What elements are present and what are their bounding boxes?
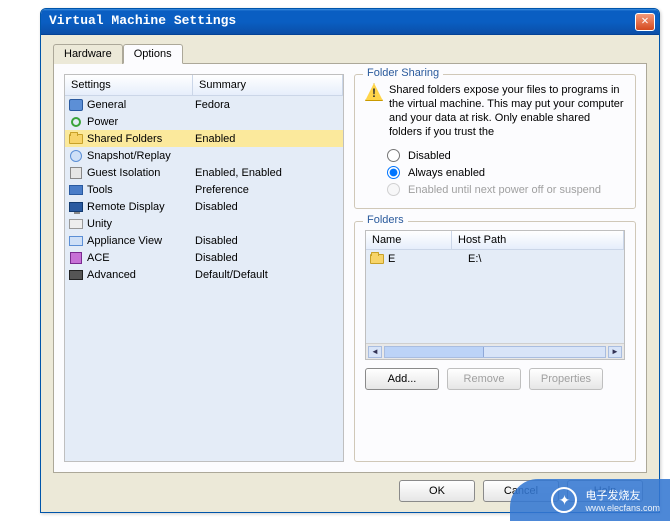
- scroll-left-icon[interactable]: ◄: [368, 346, 382, 358]
- folders-header-name[interactable]: Name: [366, 231, 452, 249]
- client-area: Hardware Options Settings Summary Genera…: [41, 35, 659, 512]
- settings-row-general[interactable]: General Fedora: [65, 96, 343, 113]
- warning-text: Shared folders expose your files to prog…: [389, 83, 625, 139]
- row-label: Snapshot/Replay: [87, 150, 195, 162]
- tools-icon: [68, 183, 84, 197]
- radio-until-label: Enabled until next power off or suspend: [408, 184, 601, 196]
- remote-display-icon: [68, 200, 84, 214]
- folders-buttons-row: Add... Remove Properties: [365, 368, 625, 390]
- row-summary: Default/Default: [195, 269, 340, 281]
- settings-row-snapshot[interactable]: Snapshot/Replay: [65, 147, 343, 164]
- folder-name: E: [388, 253, 468, 265]
- folder-icon: [369, 252, 385, 266]
- right-column: Folder Sharing ! Shared folders expose y…: [354, 74, 636, 462]
- row-summary: Fedora: [195, 99, 340, 111]
- folders-body: E E:\: [366, 250, 624, 343]
- row-label: Advanced: [87, 269, 195, 281]
- radio-disabled[interactable]: Disabled: [365, 147, 625, 164]
- row-summary: Enabled: [195, 133, 340, 145]
- settings-list-body: General Fedora Power Shared Folders Enab…: [65, 96, 343, 283]
- remove-button: Remove: [447, 368, 521, 390]
- row-summary: Disabled: [195, 252, 340, 264]
- settings-window: Virtual Machine Settings ✕ Hardware Opti…: [40, 8, 660, 513]
- row-label: Shared Folders: [87, 133, 195, 145]
- radio-always-input[interactable]: [387, 166, 400, 179]
- folders-h-scrollbar[interactable]: ◄ ►: [366, 343, 624, 359]
- radio-until-input: [387, 183, 400, 196]
- settings-row-ace[interactable]: ACE Disabled: [65, 249, 343, 266]
- row-label: Power: [87, 116, 195, 128]
- row-label: Appliance View: [87, 235, 195, 247]
- row-summary: Disabled: [195, 201, 340, 213]
- help-button[interactable]: Help: [567, 480, 643, 502]
- power-icon: [68, 115, 84, 129]
- titlebar: Virtual Machine Settings ✕: [41, 9, 659, 35]
- folders-group: Folders Name Host Path E E:\: [354, 221, 636, 462]
- tabs-row: Hardware Options: [53, 43, 647, 63]
- row-summary: Preference: [195, 184, 340, 196]
- properties-button: Properties: [529, 368, 603, 390]
- scroll-track[interactable]: [384, 346, 606, 358]
- appliance-icon: [68, 234, 84, 248]
- settings-list: Settings Summary General Fedora Power: [64, 74, 344, 462]
- header-settings[interactable]: Settings: [65, 75, 193, 95]
- settings-row-shared-folders[interactable]: Shared Folders Enabled: [65, 130, 343, 147]
- warning-row: ! Shared folders expose your files to pr…: [365, 83, 625, 139]
- settings-row-unity[interactable]: Unity: [65, 215, 343, 232]
- radio-always-label: Always enabled: [408, 167, 485, 179]
- unity-icon: [68, 217, 84, 231]
- radio-always-enabled[interactable]: Always enabled: [365, 164, 625, 181]
- dialog-buttons: OK Cancel Help: [399, 480, 643, 502]
- radio-disabled-label: Disabled: [408, 150, 451, 162]
- folders-title: Folders: [363, 214, 408, 226]
- settings-row-guest-isolation[interactable]: Guest Isolation Enabled, Enabled: [65, 164, 343, 181]
- settings-row-remote-display[interactable]: Remote Display Disabled: [65, 198, 343, 215]
- folder-row[interactable]: E E:\: [366, 250, 624, 268]
- folders-header: Name Host Path: [366, 231, 624, 250]
- row-label: Tools: [87, 184, 195, 196]
- scroll-thumb[interactable]: [385, 347, 484, 357]
- scroll-right-icon[interactable]: ►: [608, 346, 622, 358]
- settings-row-tools[interactable]: Tools Preference: [65, 181, 343, 198]
- add-button[interactable]: Add...: [365, 368, 439, 390]
- close-button[interactable]: ✕: [635, 13, 655, 31]
- row-label: General: [87, 99, 195, 111]
- settings-list-header: Settings Summary: [65, 75, 343, 96]
- advanced-icon: [68, 268, 84, 282]
- window-title: Virtual Machine Settings: [49, 13, 236, 28]
- folder-path: E:\: [468, 253, 621, 265]
- folder-sharing-title: Folder Sharing: [363, 67, 443, 79]
- cancel-button[interactable]: Cancel: [483, 480, 559, 502]
- close-icon: ✕: [641, 14, 648, 28]
- row-label: Guest Isolation: [87, 167, 195, 179]
- radio-disabled-input[interactable]: [387, 149, 400, 162]
- ok-button[interactable]: OK: [399, 480, 475, 502]
- tab-panel-options: Settings Summary General Fedora Power: [53, 63, 647, 473]
- settings-row-advanced[interactable]: Advanced Default/Default: [65, 266, 343, 283]
- folder-icon: [68, 132, 84, 146]
- row-summary: Enabled, Enabled: [195, 167, 340, 179]
- settings-row-power[interactable]: Power: [65, 113, 343, 130]
- snapshot-icon: [68, 149, 84, 163]
- folder-sharing-group: Folder Sharing ! Shared folders expose y…: [354, 74, 636, 209]
- guest-icon: [68, 166, 84, 180]
- folders-list: Name Host Path E E:\ ◄: [365, 230, 625, 360]
- general-icon: [68, 98, 84, 112]
- radio-until-poweroff: Enabled until next power off or suspend: [365, 181, 625, 198]
- settings-list-container: Settings Summary General Fedora Power: [64, 74, 344, 462]
- warning-icon: !: [365, 83, 383, 101]
- folders-header-path[interactable]: Host Path: [452, 231, 624, 249]
- row-label: ACE: [87, 252, 195, 264]
- header-summary[interactable]: Summary: [193, 75, 343, 95]
- settings-row-appliance-view[interactable]: Appliance View Disabled: [65, 232, 343, 249]
- row-label: Remote Display: [87, 201, 195, 213]
- row-label: Unity: [87, 218, 195, 230]
- row-summary: Disabled: [195, 235, 340, 247]
- tab-hardware[interactable]: Hardware: [53, 44, 123, 64]
- tab-options[interactable]: Options: [123, 44, 183, 64]
- ace-icon: [68, 251, 84, 265]
